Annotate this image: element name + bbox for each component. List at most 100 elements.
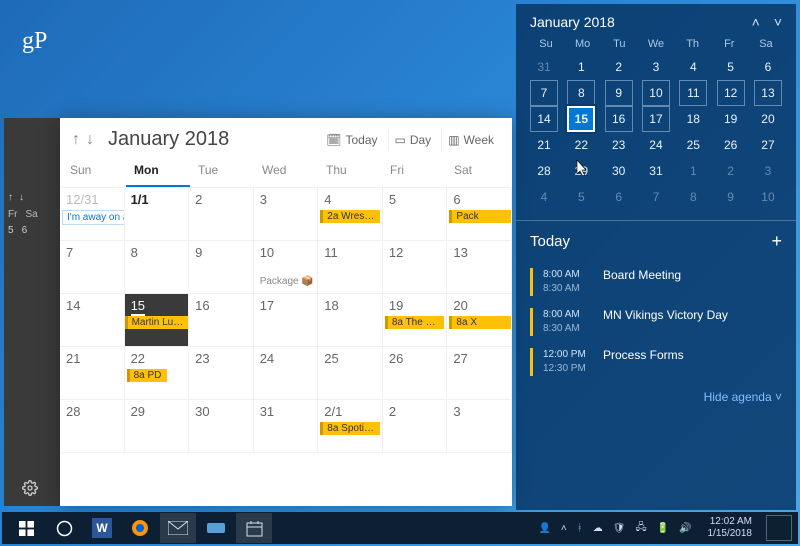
- calendar-cell[interactable]: 198a The Rise: [383, 294, 448, 347]
- event-wrestle[interactable]: 2a Wrestle K: [320, 210, 380, 223]
- flyout-day[interactable]: 31: [642, 158, 670, 184]
- calendar-cell[interactable]: 24: [254, 347, 319, 400]
- calendar-cell[interactable]: 3: [447, 400, 512, 453]
- next-arrow-icon[interactable]: ↓: [19, 192, 24, 203]
- flyout-day[interactable]: 13: [754, 80, 782, 106]
- week-view-button[interactable]: ▥Week: [441, 129, 500, 151]
- calendar-cell[interactable]: 2: [189, 188, 254, 241]
- calendar-cell[interactable]: 26: [383, 347, 448, 400]
- calendar-cell[interactable]: 13: [447, 241, 512, 294]
- calendar-cell[interactable]: 3: [254, 188, 319, 241]
- event-package[interactable]: Package 📦: [256, 275, 318, 288]
- calendar-cell[interactable]: 31: [254, 400, 319, 453]
- flyout-day[interactable]: 17: [642, 106, 670, 132]
- tray-chevron-up-icon[interactable]: ˄: [561, 523, 567, 534]
- calendar-cell[interactable]: 9: [189, 241, 254, 294]
- event-spotify[interactable]: 8a Spotify R: [320, 422, 380, 435]
- agenda-event[interactable]: 12:00 PM12:30 PMProcess Forms: [530, 342, 782, 382]
- flyout-day[interactable]: 26: [717, 132, 745, 158]
- flyout-day[interactable]: 23: [605, 132, 633, 158]
- day-view-button[interactable]: ▭Day: [388, 129, 438, 151]
- calendar-cell[interactable]: 228a PD: [125, 347, 190, 400]
- taskbar-app-word[interactable]: W: [84, 513, 120, 543]
- add-event-icon[interactable]: +: [771, 231, 782, 252]
- agenda-event[interactable]: 8:00 AM8:30 AMMN Vikings Victory Day: [530, 302, 782, 342]
- flyout-day[interactable]: 8: [679, 184, 707, 210]
- event-fishing[interactable]: I'm away on a fishing trip!: [62, 210, 125, 225]
- flyout-day[interactable]: 30: [605, 158, 633, 184]
- flyout-day[interactable]: 6: [605, 184, 633, 210]
- flyout-month-title[interactable]: January 2018: [530, 14, 615, 30]
- flyout-day[interactable]: 25: [679, 132, 707, 158]
- flyout-day[interactable]: 4: [679, 54, 707, 80]
- taskbar-app-calendar[interactable]: [236, 513, 272, 543]
- tray-defender-icon[interactable]: 🛡: [613, 523, 626, 534]
- sidebar-date[interactable]: 5: [8, 225, 14, 236]
- flyout-day[interactable]: 1: [567, 54, 595, 80]
- flyout-day[interactable]: 7: [530, 80, 558, 106]
- tray-bluetooth-icon[interactable]: ᚼ: [577, 523, 583, 534]
- flyout-day[interactable]: 22: [567, 132, 595, 158]
- flyout-day[interactable]: 8: [567, 80, 595, 106]
- calendar-cell[interactable]: 15Martin Luthe: [125, 294, 190, 347]
- flyout-day[interactable]: 9: [717, 184, 745, 210]
- agenda-event[interactable]: 8:00 AM8:30 AMBoard Meeting: [530, 262, 782, 302]
- flyout-day[interactable]: 31: [530, 54, 558, 80]
- settings-gear-icon[interactable]: [22, 480, 38, 496]
- flyout-day[interactable]: 20: [754, 106, 782, 132]
- flyout-day[interactable]: 1: [679, 158, 707, 184]
- calendar-cell[interactable]: 11: [318, 241, 383, 294]
- flyout-day[interactable]: 21: [530, 132, 558, 158]
- event-rise[interactable]: 8a The Rise: [385, 316, 445, 329]
- today-button[interactable]: 🗓Today: [320, 129, 383, 151]
- calendar-cell[interactable]: 208a X: [447, 294, 512, 347]
- calendar-cell[interactable]: 8: [125, 241, 190, 294]
- flyout-prev-icon[interactable]: ˄: [752, 14, 760, 30]
- event-pd[interactable]: 8a PD: [127, 369, 167, 382]
- next-month-icon[interactable]: ↓: [86, 131, 94, 149]
- flyout-day[interactable]: 14: [530, 106, 558, 132]
- flyout-day[interactable]: 15: [567, 106, 595, 132]
- calendar-cell[interactable]: 2/18a Spotify R: [318, 400, 383, 453]
- tray-onedrive-icon[interactable]: ☁: [593, 523, 603, 534]
- flyout-day[interactable]: 29: [567, 158, 595, 184]
- flyout-day[interactable]: 10: [754, 184, 782, 210]
- flyout-next-icon[interactable]: ˅: [774, 14, 782, 30]
- calendar-cell[interactable]: 30: [189, 400, 254, 453]
- flyout-day[interactable]: 2: [605, 54, 633, 80]
- flyout-day[interactable]: 6: [754, 54, 782, 80]
- flyout-day[interactable]: 16: [605, 106, 633, 132]
- cortana-icon[interactable]: [46, 513, 82, 543]
- tray-network-icon[interactable]: 🖧: [635, 520, 646, 537]
- flyout-day[interactable]: 19: [717, 106, 745, 132]
- event-8ax[interactable]: 8a X: [449, 316, 511, 329]
- calendar-cell[interactable]: 1/1: [125, 188, 190, 241]
- hide-agenda-link[interactable]: Hide agenda ˅: [530, 390, 782, 404]
- tray-people-icon[interactable]: 👤: [538, 523, 550, 534]
- calendar-cell[interactable]: 21: [60, 347, 125, 400]
- calendar-cell[interactable]: 7: [60, 241, 125, 294]
- calendar-cell[interactable]: 23: [189, 347, 254, 400]
- flyout-day[interactable]: 7: [642, 184, 670, 210]
- calendar-cell[interactable]: 12/31I'm away on a fishing trip!: [60, 188, 125, 241]
- prev-month-icon[interactable]: ↑: [72, 131, 80, 149]
- taskbar-app-snip[interactable]: [198, 513, 234, 543]
- flyout-day[interactable]: 5: [567, 184, 595, 210]
- calendar-cell[interactable]: 14: [60, 294, 125, 347]
- prev-arrow-icon[interactable]: ↑: [8, 192, 13, 203]
- calendar-cell[interactable]: 42a Wrestle K: [318, 188, 383, 241]
- sidebar-date[interactable]: 6: [22, 225, 28, 236]
- calendar-cell[interactable]: 25: [318, 347, 383, 400]
- event-pack[interactable]: Pack: [449, 210, 511, 223]
- calendar-cell[interactable]: 29: [125, 400, 190, 453]
- flyout-day[interactable]: 5: [717, 54, 745, 80]
- action-center-icon[interactable]: [766, 515, 792, 541]
- flyout-day[interactable]: 11: [679, 80, 707, 106]
- flyout-day[interactable]: 27: [754, 132, 782, 158]
- flyout-day[interactable]: 9: [605, 80, 633, 106]
- calendar-cell[interactable]: 18: [318, 294, 383, 347]
- event-mlk[interactable]: Martin Luthe: [125, 316, 189, 329]
- calendar-cell[interactable]: 2: [383, 400, 448, 453]
- start-button[interactable]: [8, 513, 44, 543]
- flyout-day[interactable]: 10: [642, 80, 670, 106]
